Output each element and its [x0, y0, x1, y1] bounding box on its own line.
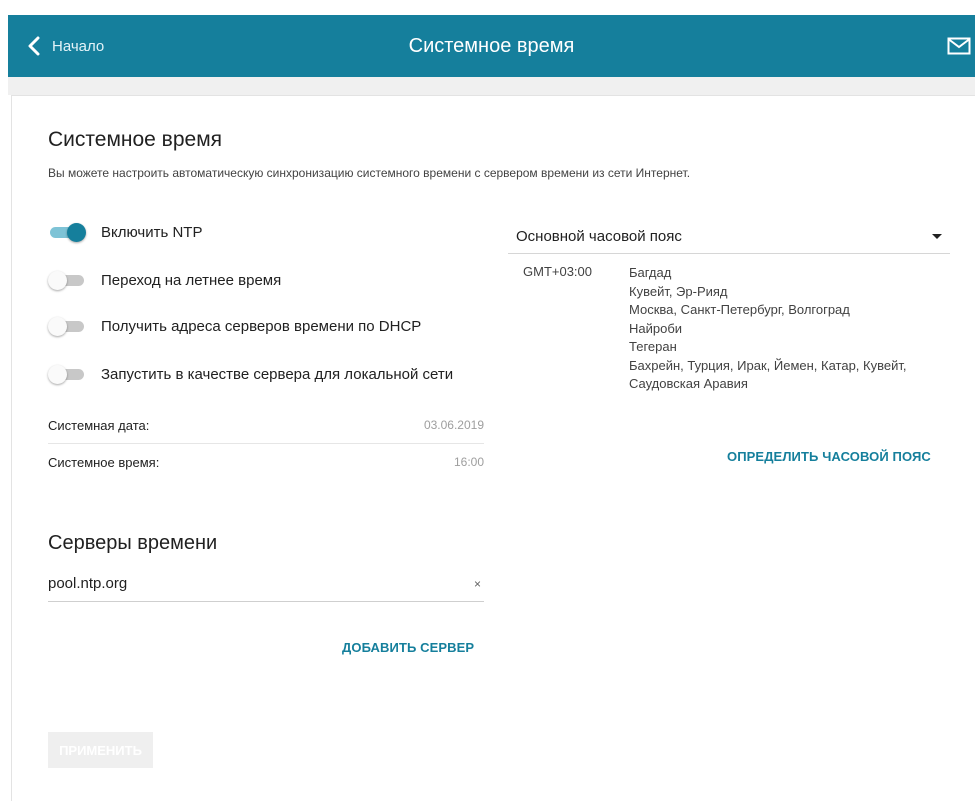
system-date-label: Системная дата:	[48, 417, 150, 433]
toggle-switch[interactable]	[48, 270, 86, 290]
toggle-dhcp-servers[interactable]: Получить адреса серверов времени по DHCP	[48, 313, 421, 339]
mail-icon[interactable]	[947, 37, 971, 55]
toggle-label: Получить адреса серверов времени по DHCP	[101, 317, 422, 335]
toggle-enable-ntp[interactable]: Включить NTP	[48, 219, 202, 245]
page-title: Системное время	[408, 35, 575, 57]
toggle-label: Запустить в качестве сервера для локальн…	[101, 365, 454, 383]
clear-icon[interactable]: ×	[474, 577, 484, 591]
time-servers-title: Серверы времени	[48, 532, 218, 554]
toggle-switch[interactable]	[48, 222, 86, 242]
detect-timezone-button[interactable]: ОПРЕДЕЛИТЬ ЧАСОВОЙ ПОЯС	[727, 449, 931, 464]
caret-down-icon	[932, 234, 942, 239]
back-label: Начало	[52, 37, 105, 55]
add-server-button[interactable]: ДОБАВИТЬ СЕРВЕР	[342, 640, 474, 655]
toggle-label: Включить NTP	[101, 223, 203, 241]
section-title: Системное время	[48, 128, 223, 151]
timezone-city: Тегеран	[629, 339, 677, 354]
toggle-label: Переход на летнее время	[101, 271, 282, 289]
toggle-daylight-saving[interactable]: Переход на летнее время	[48, 267, 281, 293]
system-time-row: Системное время: 16:00	[48, 444, 484, 480]
system-date-value: 03.06.2019	[423, 418, 484, 432]
timezone-city: Найроби	[629, 320, 683, 336]
ntp-server-value[interactable]: pool.ntp.org	[48, 575, 127, 592]
timezone-city: Бахрейн, Турция, Ирак, Йемен, Катар, Кув…	[629, 357, 907, 373]
apply-button[interactable]: ПРИМЕНИТЬ	[48, 732, 153, 768]
toggle-switch[interactable]	[48, 316, 86, 336]
ntp-server-field[interactable]: pool.ntp.org ×	[48, 566, 484, 602]
system-date-row: Системная дата: 03.06.2019	[48, 407, 484, 443]
toggle-switch[interactable]	[48, 364, 86, 384]
header-shadow-band	[8, 77, 975, 95]
system-time-label: Системное время:	[48, 454, 160, 470]
timezone-city: Багдад	[629, 265, 672, 280]
timezone-city-list: Багдад Кувейт, Эр-Рияд Москва, Санкт-Пет…	[629, 264, 949, 394]
section-description: Вы можете настроить автоматическую синхр…	[48, 166, 691, 180]
top-bar: Начало Системное время	[8, 15, 975, 77]
timezone-city: Москва, Санкт-Петербург, Волгоград	[629, 302, 850, 317]
toggle-local-server[interactable]: Запустить в качестве сервера для локальн…	[48, 361, 453, 387]
timezone-select[interactable]: Основной часовой пояс	[508, 220, 950, 254]
chevron-left-icon	[28, 36, 40, 56]
system-time-value: 16:00	[453, 455, 484, 469]
timezone-offset: GMT+03:00	[523, 264, 593, 279]
timezone-select-label: Основной часовой пояс	[516, 228, 682, 245]
back-button[interactable]: Начало	[26, 15, 104, 77]
timezone-city: Кувейт, Эр-Рияд	[629, 283, 728, 299]
timezone-city: Саудовская Аравия	[629, 376, 748, 391]
